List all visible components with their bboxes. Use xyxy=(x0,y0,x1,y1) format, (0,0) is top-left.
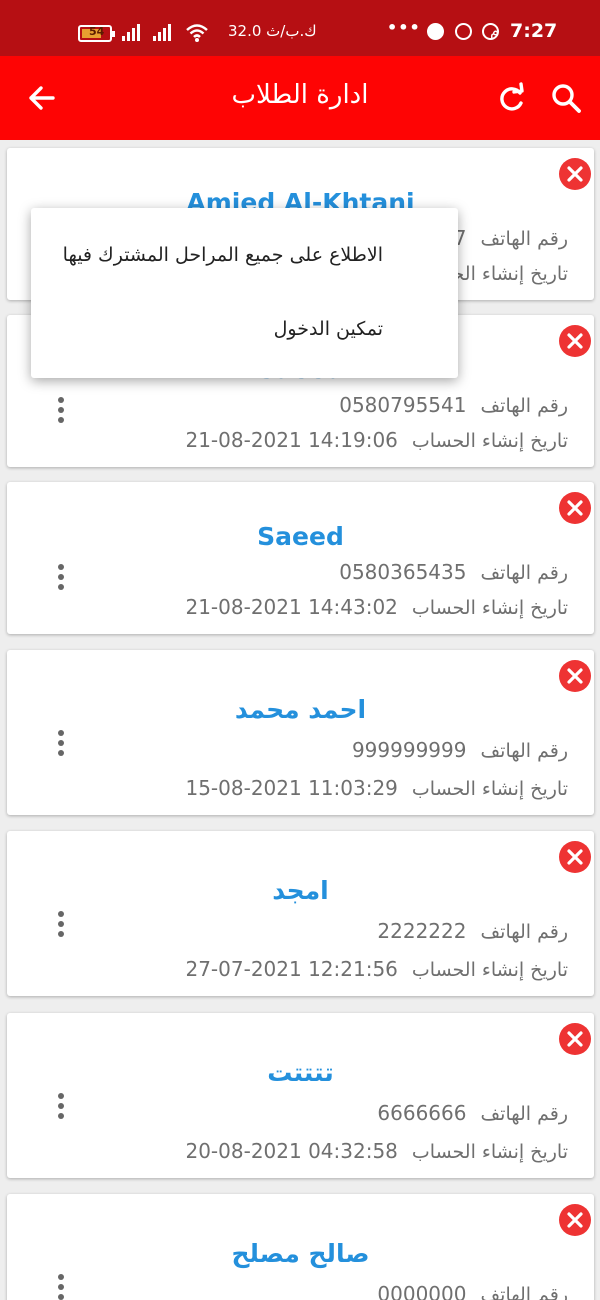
delete-icon[interactable] xyxy=(559,158,591,190)
whatsapp-icon xyxy=(455,23,472,40)
created-label: تاريخ إنشاء الحساب xyxy=(411,959,568,981)
created-row: تاريخ إنشاء الحساب 21-08-2021 14:43:02 xyxy=(185,595,568,619)
created-label: تاريخ إنشاء الحساب xyxy=(411,430,568,452)
phone-label: رقم الهاتف xyxy=(480,1103,568,1125)
phone-row: رقم الهاتف 6666666 xyxy=(377,1101,568,1125)
battery-level: 54 xyxy=(89,25,105,38)
created-value: 21-08-2021 14:19:06 xyxy=(185,428,398,452)
delete-icon[interactable] xyxy=(559,660,591,692)
created-value: 20-08-2021 04:32:58 xyxy=(185,1139,398,1163)
status-time: 7:27 xyxy=(510,20,558,42)
phone-label: رقم الهاتف xyxy=(480,740,568,762)
refresh-button[interactable] xyxy=(490,76,534,120)
more-options-icon[interactable] xyxy=(55,1274,67,1300)
created-row: تاريخ إنشاء الحساب 20-08-2021 04:32:58 xyxy=(185,1139,568,1163)
phone-label: رقم الهاتف xyxy=(480,562,568,584)
created-row: تاريخ إنشاء الحساب 27-07-2021 12:21:56 xyxy=(185,957,568,981)
search-icon xyxy=(552,84,581,113)
more-options-icon[interactable] xyxy=(55,911,67,941)
phone-row: رقم الهاتف 999999999 xyxy=(352,738,568,762)
phone-value: 0580365435 xyxy=(339,560,467,584)
battery-icon: 54 xyxy=(78,25,115,42)
view-all-stages-menu-item[interactable]: الاطلاع على جميع المراحل المشترك فيها xyxy=(63,244,383,266)
phone-row: رقم الهاتف7 xyxy=(454,226,568,250)
signal-icon xyxy=(153,23,175,41)
facebook-icon xyxy=(427,23,444,40)
phone-row: رقم الهاتف 0580365435 xyxy=(339,560,568,584)
search-button[interactable] xyxy=(544,76,588,120)
created-label: تاريخ إنشاء الحساب xyxy=(411,778,568,800)
more-options-icon[interactable] xyxy=(55,564,67,594)
student-name: صالح مصلح xyxy=(231,1239,370,1268)
wifi-icon xyxy=(186,24,208,42)
student-card[interactable]: تتتتت رقم الهاتف 6666666 تاريخ إنشاء الحس… xyxy=(7,1013,594,1178)
more-options-icon[interactable] xyxy=(55,397,67,427)
status-bar: 7:27 م ••• 32.0 ك.ب/ث 54 xyxy=(0,0,600,56)
created-label: تاريخ إنشاء الحساب xyxy=(411,1141,568,1163)
delete-icon[interactable] xyxy=(559,1204,591,1236)
phone-value: 0580795541 xyxy=(339,393,467,417)
phone-value: 999999999 xyxy=(351,738,467,762)
phone-label: رقم الهاتف xyxy=(480,228,568,250)
student-card[interactable]: صالح مصلح رقم الهاتف 0000000 xyxy=(7,1194,594,1300)
location-icon xyxy=(482,23,499,40)
phone-value: 6666666 xyxy=(377,1101,467,1125)
signal-icon-2 xyxy=(122,23,144,41)
created-row: تاريخ إنشاء الحساب 21-08-2021 14:19:06 xyxy=(185,428,568,452)
phone-row: رقم الهاتف 0580795541 xyxy=(339,393,568,417)
student-card[interactable]: احمد محمد رقم الهاتف 999999999 تاريخ إنشا… xyxy=(7,650,594,815)
phone-value: 2222222 xyxy=(377,919,467,943)
delete-icon[interactable] xyxy=(559,841,591,873)
phone-label: رقم الهاتف xyxy=(480,395,568,417)
phone-value: 0000000 xyxy=(377,1282,467,1300)
network-speed: 32.0 ك.ب/ث xyxy=(228,22,317,40)
phone-row: رقم الهاتف 0000000 xyxy=(377,1282,568,1300)
more-notifications-icon: ••• xyxy=(387,18,421,37)
student-name: امجد xyxy=(272,876,329,905)
refresh-icon xyxy=(500,82,524,111)
student-name: احمد محمد xyxy=(234,695,367,724)
enable-login-menu-item[interactable]: تمكين الدخول xyxy=(274,318,383,340)
student-name: Saeed xyxy=(257,522,344,551)
created-row: تاريخ إنشاء الحساب 15-08-2021 11:03:29 xyxy=(185,776,568,800)
delete-icon[interactable] xyxy=(559,325,591,357)
student-name: تتتتت xyxy=(267,1058,334,1087)
created-value: 27-07-2021 12:21:56 xyxy=(185,957,398,981)
phone-row: رقم الهاتف 2222222 xyxy=(377,919,568,943)
created-value: 15-08-2021 11:03:29 xyxy=(185,776,398,800)
created-label: تاريخ إنشاء الحساب xyxy=(411,597,568,619)
more-options-icon[interactable] xyxy=(55,730,67,760)
app-bar: ادارة الطلاب xyxy=(0,56,600,140)
options-popup-menu: الاطلاع على جميع المراحل المشترك فيها تم… xyxy=(31,208,458,378)
delete-icon[interactable] xyxy=(559,1023,591,1055)
more-options-icon[interactable] xyxy=(55,1093,67,1123)
phone-label: رقم الهاتف xyxy=(480,1284,568,1300)
delete-icon[interactable] xyxy=(559,492,591,524)
student-card[interactable]: امجد رقم الهاتف 2222222 تاريخ إنشاء الحسا… xyxy=(7,831,594,996)
created-value: 21-08-2021 14:43:02 xyxy=(185,595,398,619)
phone-label: رقم الهاتف xyxy=(480,921,568,943)
student-card[interactable]: Saeed رقم الهاتف 0580365435 تاريخ إنشاء ا… xyxy=(7,482,594,634)
